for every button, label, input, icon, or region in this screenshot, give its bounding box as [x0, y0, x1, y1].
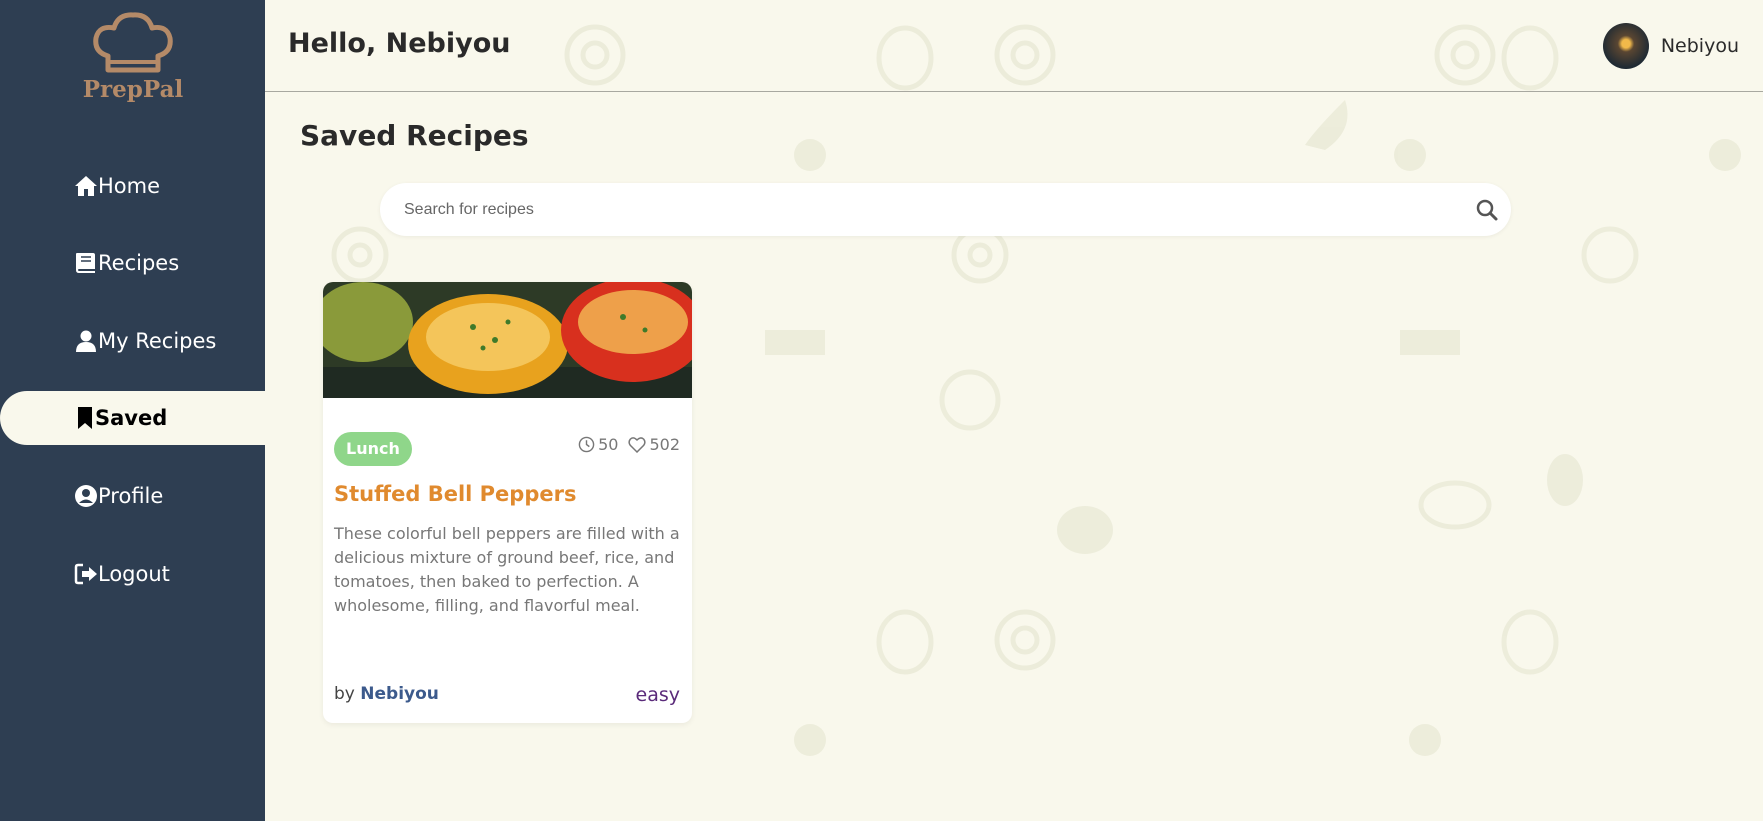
- greeting-title: Hello, Nebiyou: [288, 28, 511, 59]
- cook-time: 50: [578, 435, 618, 454]
- sidebar-item-home[interactable]: Home: [0, 159, 265, 213]
- sidebar-item-saved[interactable]: Saved: [0, 391, 265, 445]
- recipe-stats: 50 502: [568, 435, 680, 454]
- author-prefix: by: [334, 684, 355, 704]
- sidebar-item-label: Saved: [95, 406, 168, 430]
- like-count-value: 502: [649, 435, 680, 454]
- sidebar-item-label: Home: [98, 174, 161, 198]
- recipe-description: These colorful bell peppers are filled w…: [334, 524, 680, 615]
- recipe-card[interactable]: Lunch 50 502 Stuffed Bell Peppers These …: [323, 282, 692, 723]
- sidebar-item-my-recipes[interactable]: My Recipes: [0, 314, 265, 368]
- user-menu[interactable]: Nebiyou: [1602, 23, 1739, 69]
- search-bar: [380, 183, 1511, 236]
- sidebar-item-recipes[interactable]: Recipes: [0, 236, 265, 290]
- user-name: Nebiyou: [1660, 35, 1739, 57]
- book-icon: [76, 253, 95, 273]
- sidebar-item-label: Recipes: [98, 251, 180, 275]
- heart-icon[interactable]: [628, 436, 647, 453]
- author-name[interactable]: Nebiyou: [360, 684, 439, 704]
- user-circle-icon: [75, 485, 97, 507]
- home-icon: [75, 176, 97, 196]
- sidebar: PrepPal Home Recipes My Recipes Saved Pr…: [0, 0, 265, 821]
- top-header: Hello, Nebiyou Nebiyou: [265, 0, 1763, 92]
- avatar[interactable]: [1602, 23, 1649, 69]
- sidebar-item-label: Logout: [98, 562, 170, 586]
- page-title: Saved Recipes: [300, 119, 529, 152]
- recipe-title[interactable]: Stuffed Bell Peppers: [334, 482, 576, 506]
- category-tag: Lunch: [334, 432, 412, 466]
- recipe-image: [323, 282, 692, 398]
- sidebar-item-label: Profile: [98, 484, 164, 508]
- preppal-logo[interactable]: PrepPal: [78, 12, 188, 112]
- cook-time-value: 50: [598, 435, 619, 454]
- sidebar-item-logout[interactable]: Logout: [0, 547, 265, 601]
- sidebar-item-label: My Recipes: [98, 329, 217, 353]
- sidebar-item-profile[interactable]: Profile: [0, 469, 265, 523]
- search-icon[interactable]: [1475, 198, 1499, 222]
- search-input[interactable]: [402, 196, 1436, 224]
- logout-icon: [74, 563, 97, 585]
- logo-text: PrepPal: [82, 76, 184, 103]
- like-count[interactable]: 502: [628, 435, 680, 454]
- user-icon: [76, 330, 96, 352]
- chef-hat-icon: [93, 12, 173, 73]
- recipe-author: by Nebiyou: [334, 684, 439, 704]
- clock-icon: [578, 436, 595, 453]
- difficulty-label: easy: [635, 684, 680, 706]
